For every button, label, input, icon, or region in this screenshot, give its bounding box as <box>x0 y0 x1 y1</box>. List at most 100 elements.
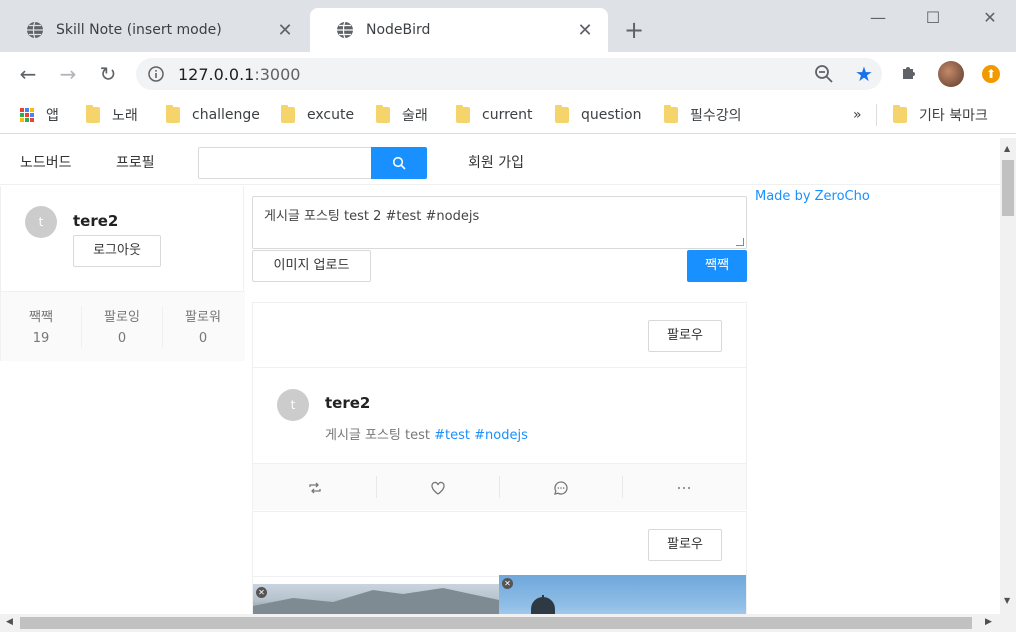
remove-image-icon[interactable]: ✕ <box>502 578 513 589</box>
tab-nodebird[interactable]: NodeBird ✕ <box>310 8 608 52</box>
user-profile-card: t tere2 로그아웃 짹짹 19 팔로잉 0 팔로워 0 <box>0 186 245 361</box>
apps-grid-icon <box>20 108 34 122</box>
url-port: :3000 <box>254 64 301 84</box>
scroll-right-icon[interactable]: ▶ <box>985 617 992 627</box>
new-tab-button[interactable]: + <box>624 18 644 42</box>
tab-close-icon[interactable]: ✕ <box>576 20 594 41</box>
url-host: 127.0.0.1 <box>178 64 255 84</box>
address-bar[interactable]: 127.0.0.1:3000 ★ <box>136 58 882 90</box>
stat-following[interactable]: 팔로잉 0 <box>82 306 162 346</box>
scroll-up-icon[interactable]: ▲ <box>1004 144 1010 153</box>
search-icon <box>392 156 406 170</box>
profile-avatar[interactable] <box>938 61 964 87</box>
comment-button[interactable] <box>499 464 622 511</box>
url-text[interactable]: 127.0.0.1:3000 <box>178 65 814 84</box>
bookmark-folder[interactable]: challenge <box>166 105 260 125</box>
follow-button[interactable]: 팔로우 <box>648 320 722 352</box>
hashtag-link[interactable]: #test <box>434 428 470 443</box>
other-bookmarks[interactable]: 기타 북마크 <box>893 105 988 125</box>
vertical-scrollbar[interactable]: ▲ ▼ <box>1000 138 1016 614</box>
post-image[interactable] <box>253 584 499 614</box>
stat-value: 19 <box>32 331 50 346</box>
minimize-button[interactable]: — <box>858 8 898 28</box>
scrollbar-thumb[interactable] <box>1002 160 1014 216</box>
scroll-left-icon[interactable]: ◀ <box>6 617 13 627</box>
menu-home[interactable]: 노드버드 <box>20 152 72 172</box>
bookmark-folder[interactable]: 노래 <box>86 105 138 125</box>
search-box <box>198 147 427 179</box>
post-image[interactable] <box>499 575 746 614</box>
folder-icon <box>281 105 295 123</box>
update-arrow-icon[interactable]: ⬆ <box>982 65 1000 83</box>
bookmark-folder[interactable]: 술래 <box>376 105 428 125</box>
hashtag-link[interactable]: #nodejs <box>474 428 528 443</box>
tab-title: NodeBird <box>366 22 431 38</box>
bookmark-apps[interactable]: 앱 <box>20 105 59 125</box>
resize-grip-icon[interactable] <box>736 238 744 246</box>
bookmark-label: 노래 <box>112 108 138 124</box>
ellipsis-icon <box>677 486 690 489</box>
scroll-down-icon[interactable]: ▼ <box>1004 596 1010 605</box>
bookmark-folder[interactable]: 필수강의 <box>664 105 742 125</box>
extensions-puzzle-icon[interactable] <box>900 62 920 82</box>
close-window-button[interactable]: ✕ <box>970 8 1010 28</box>
folder-icon <box>86 105 100 123</box>
tweet-submit-button[interactable]: 짹짹 <box>687 250 747 282</box>
bookmark-label: question <box>581 107 642 123</box>
image-upload-button[interactable]: 이미지 업로드 <box>252 250 371 282</box>
folder-icon <box>664 105 678 123</box>
tab-strip: Skill Note (insert mode) ✕ NodeBird ✕ + … <box>0 0 1016 52</box>
forward-button[interactable]: → <box>56 62 80 86</box>
post-card: 팔로우 ✕ ✕ <box>252 511 747 614</box>
post-textarea[interactable]: 게시글 포스팅 test 2 #test #nodejs <box>252 196 747 249</box>
heart-icon <box>430 481 445 495</box>
more-button[interactable] <box>622 464 745 511</box>
stat-followers[interactable]: 팔로워 0 <box>163 306 243 346</box>
info-icon[interactable] <box>148 66 164 82</box>
bookmark-folder[interactable]: current <box>456 105 533 125</box>
page-viewport: 노드버드 프로필 회원 가입 t tere2 로그아웃 짹짹 19 팔로잉 0 <box>0 138 1000 614</box>
reload-button[interactable]: ↻ <box>96 62 120 86</box>
folder-icon <box>893 105 907 123</box>
search-button[interactable] <box>371 147 427 179</box>
logout-button[interactable]: 로그아웃 <box>73 235 161 267</box>
tab-skill-note[interactable]: Skill Note (insert mode) ✕ <box>0 8 308 52</box>
tab-close-icon[interactable]: ✕ <box>276 20 294 41</box>
folder-icon <box>166 105 180 123</box>
like-button[interactable] <box>376 464 499 511</box>
user-nickname: tere2 <box>73 212 119 230</box>
tab-title: Skill Note (insert mode) <box>56 22 222 38</box>
menu-signup[interactable]: 회원 가입 <box>468 152 524 172</box>
search-input[interactable] <box>198 147 372 179</box>
made-by-link[interactable]: Made by ZeroCho <box>755 189 870 204</box>
follow-button[interactable]: 팔로우 <box>648 529 722 561</box>
horizontal-scrollbar[interactable]: ◀ ▶ <box>0 614 1016 632</box>
zoom-out-icon[interactable] <box>814 64 834 84</box>
menu-profile[interactable]: 프로필 <box>116 152 155 172</box>
remove-image-icon[interactable]: ✕ <box>256 587 267 598</box>
browser-toolbar: ← → ↻ 127.0.0.1:3000 ★ <box>0 52 1016 96</box>
globe-icon <box>337 21 353 39</box>
bookmark-label: 기타 북마크 <box>919 108 988 124</box>
bookmark-label: 앱 <box>46 108 59 124</box>
post-author[interactable]: tere2 <box>325 394 370 412</box>
post-card-body: t tere2 게시글 포스팅 test #test #nodejs <box>253 368 746 463</box>
folder-icon <box>456 105 470 123</box>
maximize-button[interactable]: ☐ <box>913 8 953 28</box>
mountain-image <box>253 588 499 614</box>
back-button[interactable]: ← <box>16 62 40 86</box>
bookmark-folder[interactable]: question <box>555 105 641 125</box>
post-text: 게시글 포스팅 test <box>325 428 435 443</box>
bookmarks-overflow-button[interactable]: » <box>853 105 862 125</box>
bookmark-star-icon[interactable]: ★ <box>854 64 874 84</box>
message-icon <box>553 480 568 495</box>
post-content: 게시글 포스팅 test #test #nodejs <box>325 424 528 443</box>
bookmark-label: challenge <box>192 107 260 123</box>
bookmark-folder[interactable]: excute <box>281 105 354 125</box>
stat-tweets[interactable]: 짹짹 19 <box>1 306 81 346</box>
globe-icon <box>27 21 43 39</box>
retweet-button[interactable] <box>253 464 376 511</box>
stat-value: 0 <box>198 331 208 346</box>
bookmark-label: 술래 <box>402 108 428 124</box>
scrollbar-thumb[interactable] <box>20 617 972 629</box>
